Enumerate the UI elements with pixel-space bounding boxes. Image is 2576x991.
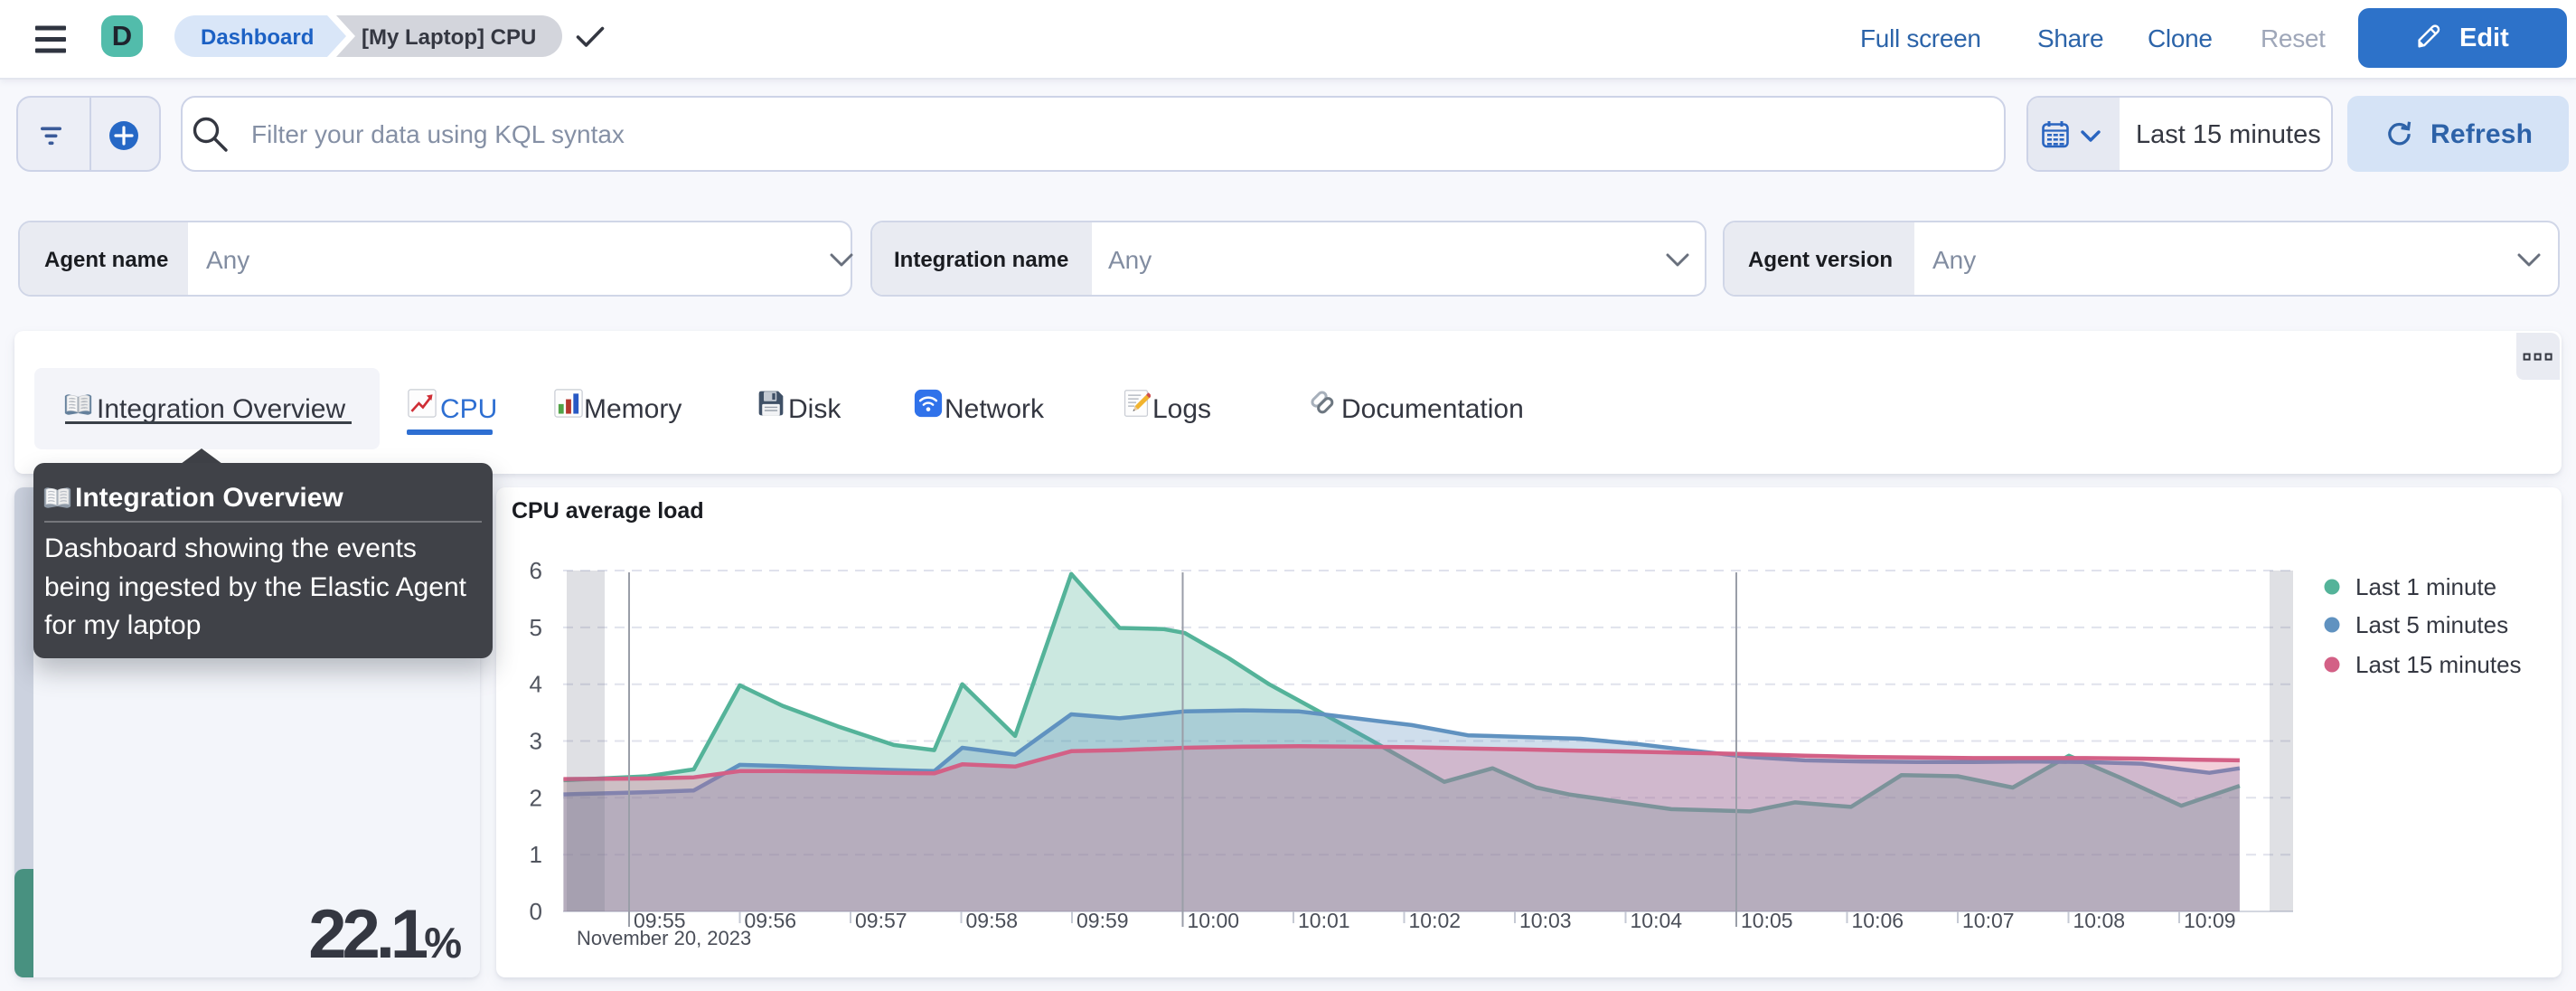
svg-text:09:56: 09:56	[745, 909, 797, 932]
svg-text:10:02: 10:02	[1409, 909, 1462, 932]
svg-text:4: 4	[530, 671, 542, 698]
svg-text:09:57: 09:57	[855, 909, 907, 932]
svg-text:10:05: 10:05	[1741, 909, 1793, 932]
svg-text:10:01: 10:01	[1298, 909, 1350, 932]
svg-text:5: 5	[530, 614, 542, 641]
svg-text:Last 1 minute: Last 1 minute	[2355, 573, 2496, 600]
svg-text:10:07: 10:07	[1962, 909, 2015, 932]
svg-text:10:09: 10:09	[2184, 909, 2236, 932]
svg-text:10:03: 10:03	[1519, 909, 1572, 932]
svg-text:[My Laptop] CPU: [My Laptop] CPU	[362, 25, 536, 50]
svg-text:0: 0	[530, 898, 542, 925]
svg-text:6: 6	[530, 557, 542, 584]
svg-text:10:00: 10:00	[1188, 909, 1240, 932]
svg-text:November 20, 2023: November 20, 2023	[577, 927, 751, 949]
svg-text:3: 3	[530, 728, 542, 755]
svg-text:09:59: 09:59	[1076, 909, 1129, 932]
svg-text:10:06: 10:06	[1852, 909, 1904, 932]
svg-text:09:58: 09:58	[966, 909, 1019, 932]
svg-text:Dashboard: Dashboard	[201, 25, 314, 50]
svg-text:10:04: 10:04	[1631, 909, 1683, 932]
svg-text:2: 2	[530, 784, 542, 811]
svg-text:10:08: 10:08	[2073, 909, 2126, 932]
svg-text:Last 5 minutes: Last 5 minutes	[2355, 611, 2508, 638]
svg-text:Last 15 minutes: Last 15 minutes	[2355, 651, 2522, 678]
svg-text:1: 1	[530, 841, 542, 868]
